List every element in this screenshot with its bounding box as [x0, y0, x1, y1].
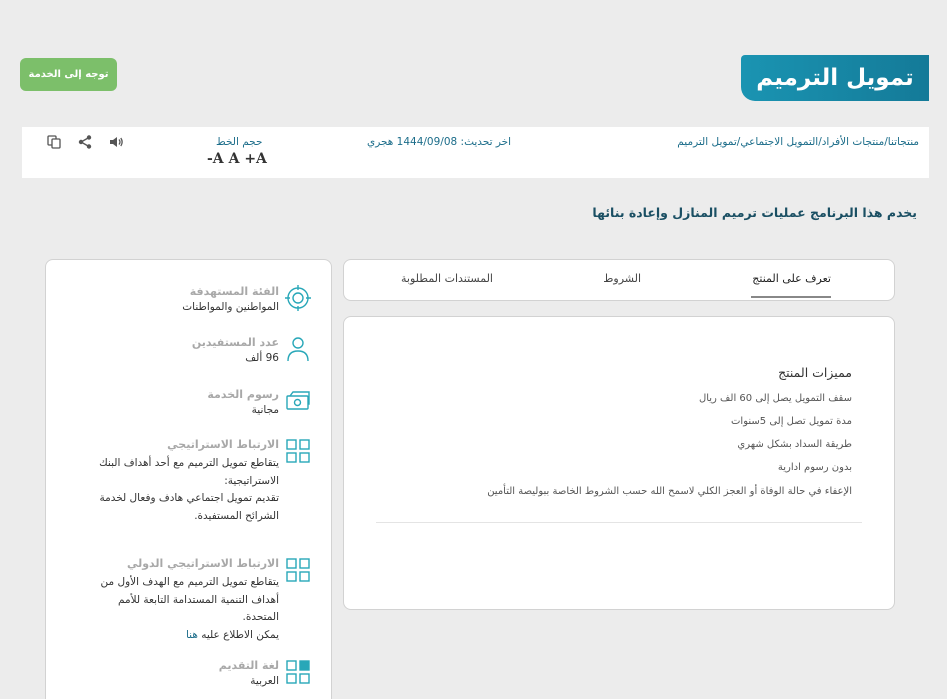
- grid-filled-icon: [286, 660, 310, 684]
- font-increase-button[interactable]: +A: [244, 151, 267, 167]
- target-icon: [285, 285, 311, 311]
- tab-about-product[interactable]: تعرف على المنتج: [752, 272, 831, 285]
- font-reset-button[interactable]: A: [229, 151, 240, 167]
- service-fees-value: مجانية: [251, 404, 279, 416]
- target-group-label: الفئة المستهدفة: [189, 285, 279, 298]
- feature-item: طريقة السداد بشكل شهري: [737, 439, 852, 450]
- content-divider: [376, 522, 862, 523]
- tab-conditions[interactable]: الشروط: [603, 272, 641, 285]
- grid-icon: [286, 558, 310, 582]
- grid-icon: [286, 439, 310, 463]
- font-decrease-button[interactable]: -A: [207, 151, 224, 167]
- international-link-line: المتحدة.: [242, 611, 279, 623]
- international-link-text: يتقاطع تمويل الترميم مع الهدف الأول من أ…: [79, 574, 279, 644]
- strategic-link-line: تقديم تمويل اجتماعي هادف وفعال لخدمة: [99, 492, 279, 504]
- language-value: العربية: [250, 675, 279, 687]
- beneficiaries-label: عدد المستفيدين: [191, 336, 279, 349]
- strategic-link-line: يتقاطع تمويل الترميم مع أحد أهداف البنك: [99, 457, 279, 469]
- strategic-link-label: الارتباط الاستراتيجي: [167, 438, 279, 451]
- product-tabs: تعرف على المنتج الشروط المستندات المطلوب…: [343, 259, 895, 301]
- service-info-sidebar: الفئة المستهدفة المواطنين والمواطنات عدد…: [45, 259, 332, 699]
- target-group-value: المواطنين والمواطنات: [182, 301, 279, 313]
- international-link-label: الارتباط الاستراتيجي الدولي: [126, 557, 279, 570]
- breadcrumb-item-current: تمويل الترميم: [677, 136, 737, 148]
- more-info-prefix: يمكن الاطلاع عليه: [201, 628, 279, 641]
- breadcrumb-item-social-finance[interactable]: التمويل الاجتماعي: [740, 136, 818, 148]
- international-link-line: أهداف التنمية المستدامة التابعة للأمم: [117, 593, 279, 606]
- money-icon: [286, 391, 310, 410]
- strategic-link-text: يتقاطع تمويل الترميم مع أحد أهداف البنك …: [79, 455, 279, 525]
- font-size-label: حجم الخط: [216, 136, 263, 148]
- speaker-icon[interactable]: [108, 134, 124, 150]
- breadcrumb-item-products[interactable]: منتجاتنا: [888, 136, 919, 148]
- strategic-link-line: الاستراتيجية:: [224, 474, 279, 487]
- feature-item: بدون رسوم ادارية: [777, 462, 852, 473]
- feature-item: سقف التمويل يصل إلى 60 الف ريال: [698, 393, 852, 404]
- beneficiaries-value: 96 ألف: [245, 352, 279, 364]
- page-title: تمويل الترميم: [741, 55, 929, 101]
- font-size-controls: -A A +A: [207, 151, 267, 167]
- strategic-link-line: الشرائح المستفيدة.: [194, 509, 279, 522]
- active-tab-indicator: [751, 296, 831, 298]
- international-link-line: يتقاطع تمويل الترميم مع الهدف الأول من: [100, 576, 279, 588]
- service-fees-label: رسوم الخدمة: [207, 388, 279, 401]
- feature-item: مدة تمويل تصل إلى 5سنوات: [731, 416, 852, 427]
- person-icon: [287, 337, 309, 362]
- breadcrumb-item-individuals[interactable]: منتجات الأفراد: [822, 136, 884, 148]
- info-bar: منتجاتنا/منتجات الأفراد/التمويل الاجتماع…: [22, 127, 929, 178]
- tab-content: مميزات المنتج سقف التمويل يصل إلى 60 الف…: [343, 316, 895, 610]
- last-updated: اخر تحديث: 1444/09/08 هجري: [367, 136, 512, 148]
- share-icon[interactable]: [77, 134, 93, 150]
- feature-item: الإعفاء في حالة الوفاة أو العجز الكلي لا…: [487, 486, 852, 497]
- program-tagline: يخدم هذا البرنامج عمليات ترميم المنازل و…: [592, 205, 917, 220]
- go-to-service-button[interactable]: توجه إلى الخدمة: [20, 58, 117, 91]
- copy-icon[interactable]: [46, 134, 62, 150]
- breadcrumb: منتجاتنا/منتجات الأفراد/التمويل الاجتماع…: [677, 136, 919, 148]
- international-link-more: يمكن الاطلاع عليه هنا: [79, 627, 279, 645]
- tab-required-documents[interactable]: المستندات المطلوبة: [401, 272, 493, 285]
- features-title: مميزات المنتج: [778, 365, 852, 380]
- more-info-link[interactable]: هنا: [186, 629, 198, 641]
- language-label: لغة التقديم: [218, 659, 279, 672]
